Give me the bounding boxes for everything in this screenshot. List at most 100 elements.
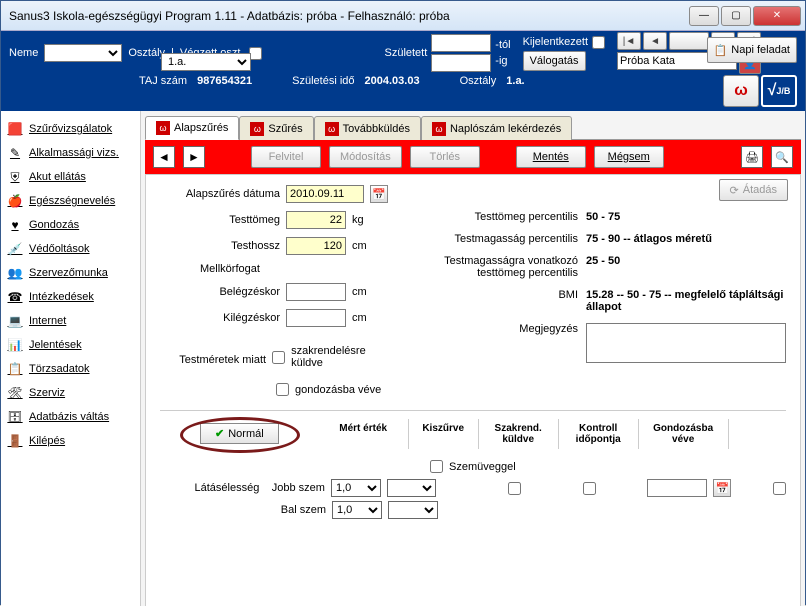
megsem-button[interactable]: Mégsem xyxy=(594,146,664,168)
nav-prev-button[interactable]: ◄ xyxy=(643,32,667,50)
sidebar-label: Törzsadatok xyxy=(29,363,134,375)
sidebar-label: Jelentések xyxy=(29,339,134,351)
bal-szem-1-select[interactable]: 1,0 xyxy=(332,501,382,519)
kilegzeskor-input[interactable] xyxy=(286,309,346,327)
nav-first-button[interactable]: |◄ xyxy=(617,32,641,50)
tab-0[interactable]: ωAlapszűrés xyxy=(145,116,239,140)
taj-label: TAJ szám xyxy=(139,75,187,87)
tab-2[interactable]: ωTovábbküldés xyxy=(314,116,421,140)
top-filter-bar: Neme Osztály | Végzett oszt. 1.a. Szület… xyxy=(1,31,805,111)
tm-pct-value: 75 - 90 -- átlagos méretű xyxy=(586,233,712,245)
jobb-szem-2-select[interactable] xyxy=(387,479,437,497)
sidebar-icon: 🍎 xyxy=(7,193,23,209)
sidebar-item-4[interactable]: ♥Gondozás xyxy=(3,213,138,237)
sidebar-item-0[interactable]: 🟥Szűrővizsgálatok xyxy=(3,117,138,141)
szemuveggel-checkbox[interactable] xyxy=(430,460,443,473)
tab-icon: ω xyxy=(432,122,446,136)
rec-prev-button[interactable]: ◄ xyxy=(153,146,175,168)
torles-button[interactable]: Törlés xyxy=(410,146,480,168)
cm-unit-1: cm xyxy=(352,240,376,252)
grid-szakrend: Szakrend. küldve xyxy=(479,419,559,449)
corner-icon-1[interactable]: ω xyxy=(723,75,759,107)
napi-feladat-button[interactable]: 📋 Napi feladat xyxy=(707,37,797,63)
felvitel-button[interactable]: Felvitel xyxy=(251,146,321,168)
bmi-value: 15.28 -- 50 - 75 -- megfelelő tápláltság… xyxy=(586,289,786,313)
bal-szem-2-select[interactable] xyxy=(388,501,438,519)
jobb-calendar-icon[interactable]: 📅 xyxy=(713,479,731,497)
sidebar-item-12[interactable]: 🗄Adatbázis váltás xyxy=(3,405,138,429)
jobb-gondozasba-checkbox[interactable] xyxy=(773,482,786,495)
calendar-icon[interactable]: 📅 xyxy=(370,185,388,203)
neme-select[interactable] xyxy=(44,44,122,62)
szuletett-tol-input[interactable] xyxy=(431,34,491,52)
szemuveggel-label: Szemüveggel xyxy=(449,461,516,473)
sidebar-icon: 🟥 xyxy=(7,121,23,137)
sidebar-item-7[interactable]: ☎Intézkedések xyxy=(3,285,138,309)
osztaly-select[interactable]: 1.a. xyxy=(161,53,251,71)
jobb-kontroll-input[interactable] xyxy=(647,479,707,497)
jobb-kiszurve-checkbox[interactable] xyxy=(508,482,521,495)
sidebar-label: Alkalmassági vizs. xyxy=(29,147,134,159)
normal-button[interactable]: ✔ Normál xyxy=(200,423,279,444)
tabs: ωAlapszűrésωSzűrésωTovábbküldésωNaplószá… xyxy=(145,115,801,140)
modositas-button[interactable]: Módosítás xyxy=(329,146,402,168)
sidebar-icon: 🚪 xyxy=(7,433,23,449)
tab-label: Szűrés xyxy=(268,123,302,135)
grid-kiszurve: Kiszűrve xyxy=(409,419,479,449)
maximize-button[interactable]: ▢ xyxy=(721,6,751,26)
sidebar-item-6[interactable]: 👥Szervezőmunka xyxy=(3,261,138,285)
corner-icon-2[interactable]: √J/B xyxy=(761,75,797,107)
mentes-button[interactable]: Mentés xyxy=(516,146,586,168)
print-icon-button[interactable]: 🖨 xyxy=(741,146,763,168)
content-area: ωAlapszűrésωSzűrésωTovábbküldésωNaplószá… xyxy=(141,111,805,606)
megjegyzes-textarea[interactable] xyxy=(586,323,786,363)
tab-1[interactable]: ωSzűrés xyxy=(239,116,313,140)
kijelentkezett-checkbox[interactable] xyxy=(592,36,605,49)
sidebar-icon: ♥ xyxy=(7,217,23,233)
testhossz-input[interactable] xyxy=(286,237,346,255)
sidebar-item-1[interactable]: ✎Alkalmassági vizs. xyxy=(3,141,138,165)
sidebar-item-11[interactable]: 🛠Szerviz xyxy=(3,381,138,405)
check-icon: ✔ xyxy=(215,427,224,440)
jobb-szem-1-select[interactable]: 1,0 xyxy=(331,479,381,497)
date-input[interactable] xyxy=(286,185,364,203)
sidebar-item-2[interactable]: ⛨Akut ellátás xyxy=(3,165,138,189)
grid-mert: Mért érték xyxy=(319,419,409,449)
szuletett-label: Született xyxy=(384,47,427,59)
sidebar-item-13[interactable]: 🚪Kilépés xyxy=(3,429,138,453)
sidebar-item-9[interactable]: 📊Jelentések xyxy=(3,333,138,357)
osztaly-label: Osztály xyxy=(128,47,165,59)
tm-pct-label: Testmagasság percentilis xyxy=(426,233,586,245)
sidebar-item-3[interactable]: 🍎 Egészségnevelés xyxy=(3,189,138,213)
cm-unit-3: cm xyxy=(352,312,376,324)
sidebar-item-5[interactable]: 💉Védőoltások xyxy=(3,237,138,261)
testtomeg-label: Testtömeg xyxy=(160,214,280,226)
valogatas-button[interactable]: Válogatás xyxy=(523,51,586,71)
tab-label: Alapszűrés xyxy=(174,122,228,134)
grid-gondozasba: Gondozásba véve xyxy=(639,419,729,449)
szuletett-ig-input[interactable] xyxy=(431,54,491,72)
sidebar-label: Intézkedések xyxy=(29,291,134,303)
sidebar-item-8[interactable]: 💻Internet xyxy=(3,309,138,333)
szakrend-checkbox[interactable] xyxy=(272,351,285,364)
vegzett-checkbox[interactable] xyxy=(249,47,262,60)
sidebar-item-10[interactable]: 📋Törzsadatok xyxy=(3,357,138,381)
belegzeskor-input[interactable] xyxy=(286,283,346,301)
testmeretek-label: Testméretek miatt xyxy=(160,354,266,366)
atadas-button[interactable]: ⟳ Átadás xyxy=(719,179,788,201)
gondozasba-checkbox[interactable] xyxy=(276,383,289,396)
sidebar-label: Egészségnevelés xyxy=(29,195,134,207)
sidebar-icon: 👥 xyxy=(7,265,23,281)
close-button[interactable]: ✕ xyxy=(753,6,801,26)
action-bar: ◄ ► Felvitel Módosítás Törlés Mentés Még… xyxy=(145,140,801,174)
jobb-szakrend-checkbox[interactable] xyxy=(583,482,596,495)
megj-label: Megjegyzés xyxy=(426,323,586,335)
tab-icon: ω xyxy=(325,122,339,136)
tv-pct-label: Testmagasságra vonatkozó testtömeg perce… xyxy=(426,255,586,279)
testtomeg-input[interactable] xyxy=(286,211,346,229)
rec-next-button[interactable]: ► xyxy=(183,146,205,168)
tab-3[interactable]: ωNaplószám lekérdezés xyxy=(421,116,572,140)
oszt-info-label: Osztály xyxy=(460,75,497,87)
minimize-button[interactable]: — xyxy=(689,6,719,26)
search-icon-button[interactable]: 🔍 xyxy=(771,146,793,168)
